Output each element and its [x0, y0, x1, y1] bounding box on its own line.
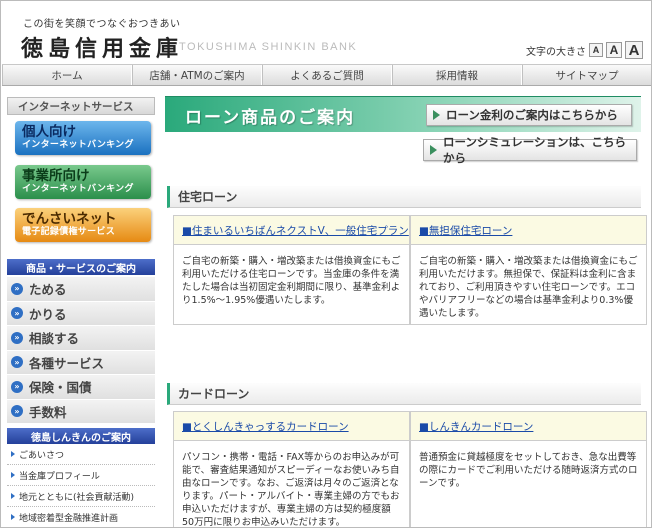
triangle-right-icon: [430, 145, 437, 155]
business-ib-title: 事業所向け: [22, 168, 90, 184]
product-label: かりる: [29, 306, 67, 322]
product-heading: 商品・サービスのご案内: [7, 259, 155, 275]
double-chevron-icon: »: [11, 380, 23, 393]
global-nav: ホーム 店舗・ATMのご案内 よくあるご質問 採用情報 サイトマップ: [2, 64, 651, 86]
page-title: ローン商品のご案内: [185, 108, 356, 128]
densai-sub: 電子記録債権サービス: [22, 227, 116, 237]
housing-loan-grid: ■住まいるいちばんネクストV、一般住宅プラン ■無担保住宅ローン ご自宅の新築・…: [173, 215, 647, 325]
personal-ib-sub: インターネットバンキング: [22, 140, 134, 150]
internet-service-heading: インターネットサービス: [7, 97, 155, 115]
densai-button[interactable]: でんさいネット 電子記録債権サービス: [15, 208, 151, 242]
about-heading: 徳島しんきんのご案内: [7, 428, 155, 444]
double-chevron-icon: »: [11, 282, 23, 295]
card-body: 普通預金に貸越極度をセットしておき、急な出費等の際にカードでご利用いただける随時…: [410, 441, 647, 527]
loan-simulation-link[interactable]: ローンシミュレーションは、こちらから: [423, 135, 637, 165]
card-loan-grid: ■とくしんきゃっするカードローン ■しんきんカードローン パソコン・携帯・電話・…: [173, 411, 647, 527]
font-size-medium-button[interactable]: A: [606, 42, 622, 58]
loan-rate-link-label: ローン金利のご案内はこちらから: [446, 108, 618, 122]
about-item-plan[interactable]: 地域密着型金融推進計画: [7, 507, 155, 527]
gnav-faq[interactable]: よくあるご質問: [262, 65, 392, 85]
gnav-branches[interactable]: 店舗・ATMのご案内: [132, 65, 262, 85]
card-body: ご自宅の新築・購入・増改築または借換資金にもご利用いただけます。無担保で、保証料…: [410, 245, 647, 325]
triangle-right-icon: [11, 472, 15, 478]
business-ib-button[interactable]: 事業所向け インターネットバンキング: [15, 165, 151, 199]
about-label: 地域密着型金融推進計画: [19, 513, 119, 524]
loan-simulation-link-label: ローンシミュレーションは、こちらから: [443, 135, 626, 165]
font-size-label: 文字の大きさ: [526, 46, 586, 58]
double-chevron-icon: »: [11, 331, 23, 344]
site-logo-en: TOKUSHIMA SHINKIN BANK: [179, 41, 358, 53]
gnav-home[interactable]: ホーム: [2, 65, 132, 85]
business-ib-sub: インターネットバンキング: [22, 184, 134, 194]
site-tagline: この街を笑顔でつなぐおつきあい: [23, 19, 181, 30]
product-label: 各種サービス: [29, 355, 105, 371]
card-body: ご自宅の新築・購入・増改築または借換資金にもご利用いただける住宅ローンです。当金…: [173, 245, 410, 325]
triangle-right-icon: [11, 514, 15, 520]
triangle-right-icon: [11, 493, 15, 499]
card-body: パソコン・携帯・電話・FAX等からのお申込みが可能で、審査結果通知がスピーディー…: [173, 441, 410, 527]
card-header: ■とくしんきゃっするカードローン: [173, 411, 410, 441]
product-label: ためる: [29, 282, 67, 298]
about-item-greeting[interactable]: ごあいさつ: [7, 444, 155, 465]
unsecured-housing-link[interactable]: ■無担保住宅ローン: [419, 223, 512, 238]
double-chevron-icon: »: [11, 405, 23, 418]
double-chevron-icon: »: [11, 356, 23, 369]
personal-ib-title: 個人向け: [22, 124, 76, 140]
product-label: 手数料: [29, 404, 67, 420]
housing-plan-link[interactable]: ■住まいるいちばんネクストV、一般住宅プラン: [182, 223, 409, 238]
product-item-consult[interactable]: » 相談する: [7, 326, 155, 351]
product-label: 保険・国債: [29, 380, 92, 396]
font-size-small-button[interactable]: A: [589, 43, 603, 57]
about-label: 当金庫プロフィール: [19, 471, 100, 482]
about-item-profile[interactable]: 当金庫プロフィール: [7, 465, 155, 486]
page-frame: この街を笑顔でつなぐおつきあい 徳島信用金庫 TOKUSHIMA SHINKIN…: [0, 0, 652, 528]
card-header: ■無担保住宅ローン: [410, 215, 647, 245]
triangle-right-icon: [433, 110, 440, 120]
triangle-right-icon: [11, 451, 15, 457]
product-item-fees[interactable]: » 手数料: [7, 399, 155, 424]
section-heading-housing: 住宅ローン: [167, 186, 641, 208]
product-label: 相談する: [29, 331, 80, 347]
about-item-community[interactable]: 地元とともに(社会貢献活動): [7, 486, 155, 507]
product-item-services[interactable]: » 各種サービス: [7, 350, 155, 375]
loan-rate-link[interactable]: ローン金利のご案内はこちらから: [426, 104, 632, 126]
gnav-recruit[interactable]: 採用情報: [392, 65, 522, 85]
double-chevron-icon: »: [11, 307, 23, 320]
site-logo[interactable]: 徳島信用金庫: [21, 31, 183, 63]
card-header: ■住まいるいちばんネクストV、一般住宅プラン: [173, 215, 410, 245]
product-item-save[interactable]: » ためる: [7, 277, 155, 302]
personal-ib-button[interactable]: 個人向け インターネットバンキング: [15, 121, 151, 155]
tokushin-cash-link[interactable]: ■とくしんきゃっするカードローン: [182, 419, 349, 434]
gnav-sitemap[interactable]: サイトマップ: [522, 65, 651, 85]
shinkin-cardloan-link[interactable]: ■しんきんカードローン: [419, 419, 533, 434]
section-heading-cardloan: カードローン: [167, 383, 641, 405]
product-item-borrow[interactable]: » かりる: [7, 301, 155, 326]
font-size-large-button[interactable]: A: [625, 41, 643, 59]
about-label: ごあいさつ: [19, 450, 65, 461]
product-list: » ためる » かりる » 相談する » 各種サービス » 保険・国債 » 手数料: [7, 277, 155, 424]
about-list: ごあいさつ 当金庫プロフィール 地元とともに(社会貢献活動) 地域密着型金融推進…: [7, 444, 155, 527]
card-header: ■しんきんカードローン: [410, 411, 647, 441]
densai-title: でんさいネット: [22, 211, 117, 227]
font-size-control: 文字の大きさ A A A: [526, 41, 643, 59]
product-item-insurance[interactable]: » 保険・国債: [7, 375, 155, 400]
about-label: 地元とともに(社会貢献活動): [19, 492, 135, 503]
